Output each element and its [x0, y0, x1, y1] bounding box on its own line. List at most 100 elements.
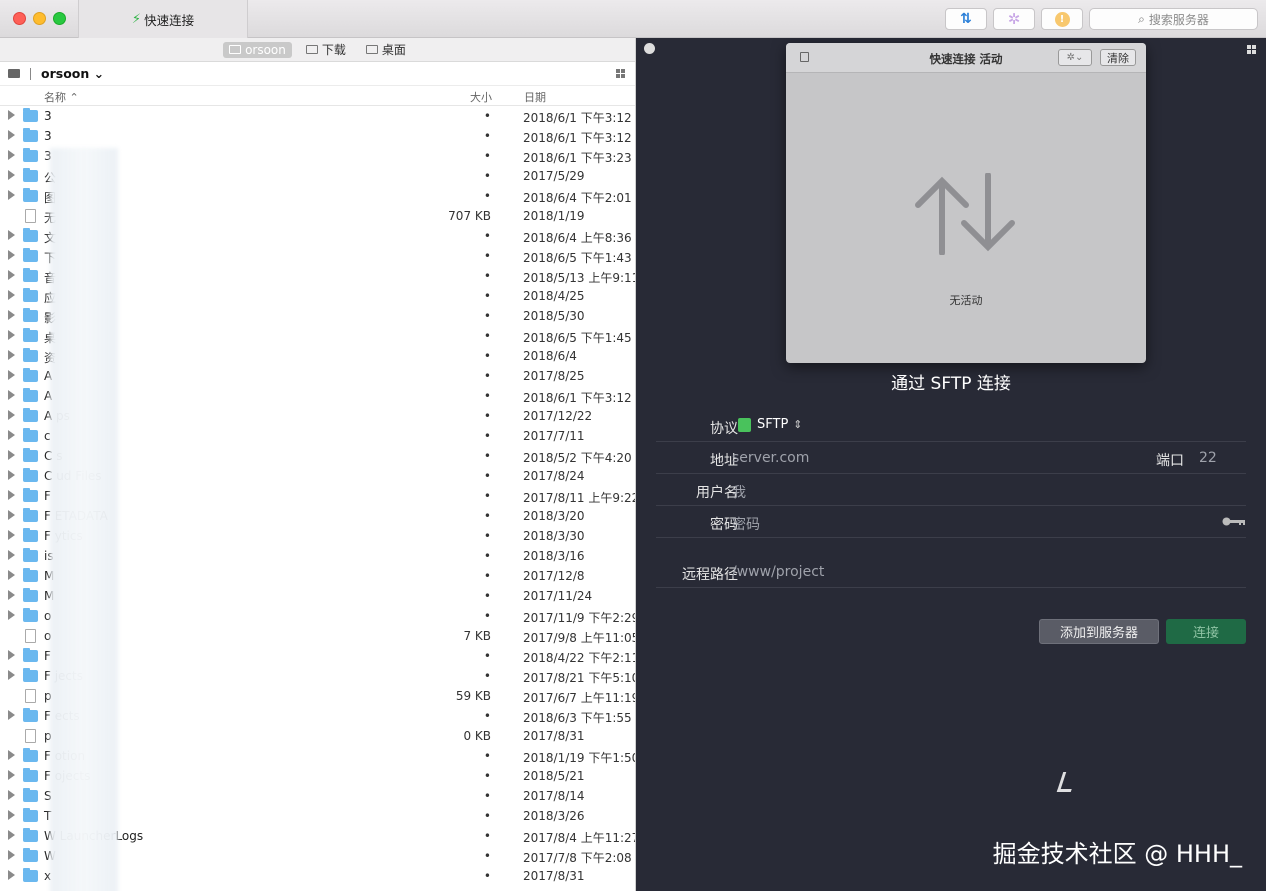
folder-icon: [23, 328, 38, 342]
file-size: •: [483, 409, 491, 423]
disclosure-triangle-icon[interactable]: [8, 510, 15, 520]
activity-popover: 快速连接 活动 ✲⌄ 清除 无活动: [786, 43, 1146, 363]
column-header: 名称 ⌃ 大小 日期: [0, 86, 635, 106]
disclosure-triangle-icon[interactable]: [8, 830, 15, 840]
file-size: •: [483, 329, 491, 343]
disclosure-triangle-icon[interactable]: [8, 870, 15, 880]
file-date: 2017/8/31: [523, 729, 585, 743]
file-row[interactable]: 3 • 2018/6/1 下午3:12: [0, 126, 635, 146]
disclosure-triangle-icon[interactable]: [8, 670, 15, 680]
disclosure-triangle-icon[interactable]: [8, 530, 15, 540]
username-row: 用户名 我: [656, 474, 1246, 506]
file-row[interactable]: 3 • 2018/6/1 下午3:12: [0, 106, 635, 126]
folder-selector[interactable]: orsoon ⌄: [41, 66, 104, 81]
disclosure-triangle-icon[interactable]: [8, 610, 15, 620]
disclosure-triangle-icon[interactable]: [8, 650, 15, 660]
disclosure-triangle-icon[interactable]: [8, 750, 15, 760]
file-date: 2017/6/7 上午11:19: [523, 691, 636, 705]
search-servers-input[interactable]: ⌕ 搜索服务器: [1089, 8, 1258, 30]
username-input[interactable]: 我: [732, 482, 746, 502]
disclosure-triangle-icon[interactable]: [8, 430, 15, 440]
disclosure-triangle-icon[interactable]: [8, 490, 15, 500]
grid-view-icon[interactable]: [616, 69, 625, 78]
file-size: 0 KB: [463, 729, 491, 743]
disclosure-triangle-icon[interactable]: [8, 250, 15, 260]
file-date: 2018/5/13 上午9:11: [523, 271, 636, 285]
disclosure-triangle-icon[interactable]: [8, 370, 15, 380]
document-icon: [25, 689, 36, 703]
column-date[interactable]: 日期: [524, 89, 546, 105]
add-to-servers-button[interactable]: 添加到服务器: [1039, 619, 1159, 644]
folder-icon: [23, 408, 38, 422]
disclosure-triangle-icon[interactable]: [8, 550, 15, 560]
disclosure-triangle-icon[interactable]: [8, 790, 15, 800]
remote-path-input[interactable]: /www/project: [732, 564, 824, 580]
favorite-label: 桌面: [381, 43, 406, 57]
disclosure-triangle-icon[interactable]: [8, 470, 15, 480]
file-size: •: [483, 349, 491, 363]
tab-quick-connect[interactable]: ⚡ 快速连接: [78, 0, 248, 38]
disclosure-triangle-icon[interactable]: [8, 290, 15, 300]
close-window-button[interactable]: [13, 12, 26, 25]
file-date: 2018/6/4: [523, 349, 577, 363]
alert-icon: !: [1054, 11, 1070, 27]
disclosure-triangle-icon[interactable]: [8, 770, 15, 780]
file-date: 2018/6/5 下午1:43: [523, 251, 632, 265]
column-name[interactable]: 名称 ⌃: [44, 89, 79, 105]
disclosure-triangle-icon[interactable]: [8, 330, 15, 340]
disclosure-triangle-icon[interactable]: [8, 230, 15, 240]
disclosure-triangle-icon[interactable]: [8, 150, 15, 160]
column-size[interactable]: 大小: [470, 89, 492, 105]
file-date: 2017/7/11: [523, 429, 585, 443]
maximize-window-button[interactable]: [53, 12, 66, 25]
globe-icon[interactable]: [644, 43, 655, 54]
document-icon: [25, 629, 36, 643]
folder-icon: [365, 45, 378, 54]
disclosure-triangle-icon[interactable]: [8, 170, 15, 180]
disclosure-triangle-icon[interactable]: [8, 450, 15, 460]
disclosure-triangle-icon[interactable]: [8, 590, 15, 600]
disclosure-triangle-icon[interactable]: [8, 190, 15, 200]
disclosure-triangle-icon[interactable]: [8, 810, 15, 820]
activity-settings-button[interactable]: ✲⌄: [1058, 49, 1092, 66]
disclosure-triangle-icon[interactable]: [8, 310, 15, 320]
folder-icon: [23, 768, 38, 782]
key-icon[interactable]: [1222, 517, 1246, 526]
address-input[interactable]: server.com: [732, 450, 809, 466]
disclosure-triangle-icon[interactable]: [8, 110, 15, 120]
transfer-activity-button[interactable]: ⇅: [945, 8, 987, 30]
folder-icon: [23, 348, 38, 362]
favorite-downloads[interactable]: 下载: [300, 40, 352, 59]
protocol-select[interactable]: SFTP ⇕: [738, 417, 803, 432]
disclosure-triangle-icon[interactable]: [8, 270, 15, 280]
disclosure-triangle-icon[interactable]: [8, 570, 15, 580]
minimize-window-button[interactable]: [33, 12, 46, 25]
disclosure-triangle-icon[interactable]: [8, 130, 15, 140]
blurred-region: [50, 148, 118, 891]
connect-button[interactable]: 连接: [1166, 619, 1246, 644]
notifications-button[interactable]: !: [1041, 8, 1083, 30]
file-size: •: [483, 709, 491, 723]
disclosure-triangle-icon[interactable]: [8, 390, 15, 400]
sync-button[interactable]: ✲: [993, 8, 1035, 30]
folder-icon: [23, 828, 38, 842]
password-input[interactable]: 密码: [732, 514, 760, 534]
grid-view-icon[interactable]: [1247, 45, 1256, 54]
lightning-icon: ⚡: [131, 11, 142, 27]
favorite-desktop[interactable]: 桌面: [360, 40, 412, 59]
file-size: •: [483, 529, 491, 543]
disclosure-triangle-icon[interactable]: [8, 350, 15, 360]
file-size: 707 KB: [448, 209, 491, 223]
folder-icon: [23, 448, 38, 462]
file-name: 3: [44, 109, 52, 123]
file-size: •: [483, 669, 491, 683]
folder-icon: [23, 288, 38, 302]
favorite-home[interactable]: orsoon: [223, 41, 292, 58]
disclosure-triangle-icon[interactable]: [8, 410, 15, 420]
disclosure-triangle-icon[interactable]: [8, 850, 15, 860]
disclosure-triangle-icon[interactable]: [8, 710, 15, 720]
drive-icon[interactable]: [8, 69, 20, 78]
port-input[interactable]: 22: [1199, 450, 1217, 466]
file-size: •: [483, 649, 491, 663]
clear-button[interactable]: 清除: [1100, 49, 1136, 66]
